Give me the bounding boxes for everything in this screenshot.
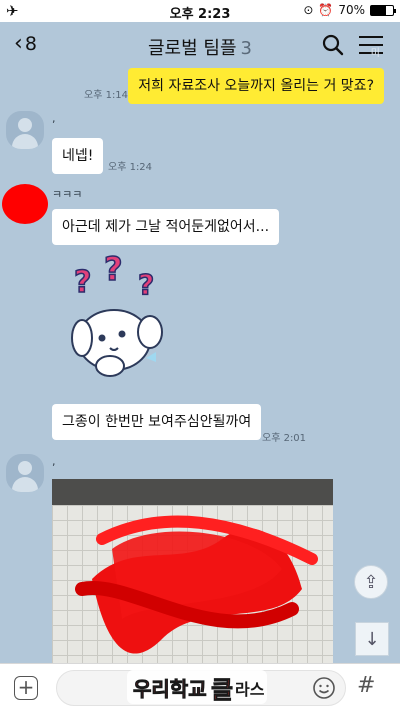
sender-name: ㅋㅋㅋ xyxy=(52,188,83,201)
message-time: 오후 1:14 xyxy=(84,90,129,101)
redaction-scribble xyxy=(75,515,318,654)
svg-text:우리학교: 우리학교 xyxy=(133,677,207,701)
my-message-bubble[interactable]: 저희 자료조사 오늘까지 올리는 거 맞죠? xyxy=(128,68,384,104)
member-count: 3 xyxy=(240,38,252,59)
sender-name: , xyxy=(52,455,56,468)
svg-text:클: 클 xyxy=(211,676,233,704)
emoji-icon[interactable] xyxy=(312,676,336,700)
photo-message[interactable] xyxy=(52,479,333,663)
avatar[interactable] xyxy=(6,111,44,149)
svg-text:?: ? xyxy=(138,268,154,301)
avatar[interactable] xyxy=(6,454,44,492)
watermark-logo: 우리학교 클 라스 xyxy=(127,670,267,704)
orientation-lock-icon: ⊙ xyxy=(303,3,314,17)
plus-icon[interactable]: + xyxy=(14,676,38,700)
message-bubble[interactable]: 그종이 한번만 보여주심안될까여 xyxy=(52,404,262,440)
chat-room-name: 글로벌 팀플 xyxy=(148,38,237,59)
battery-percent: 70% xyxy=(338,3,365,17)
svg-text:라스: 라스 xyxy=(235,680,265,699)
battery-icon xyxy=(370,4,396,16)
status-right: ⊙ ⏰ 70% xyxy=(303,3,396,17)
alarm-icon: ⏰ xyxy=(318,3,334,17)
message-time: 오후 2:01 xyxy=(262,433,307,444)
confused-puppy-sticker[interactable]: ? ? ? xyxy=(66,254,170,386)
status-bar: ✈ 오후 2:23 ⊙ ⏰ 70% xyxy=(0,0,400,22)
search-icon[interactable] xyxy=(322,34,344,56)
message-bubble[interactable]: 네넵! xyxy=(52,138,104,174)
sender-name: , xyxy=(52,112,56,125)
corner-badge: 미 xyxy=(370,48,380,59)
svg-text:?: ? xyxy=(104,254,123,288)
chat-area[interactable]: 저희 자료조사 오늘까지 올리는 거 맞죠? 오후 1:14 , 네넵! 오후 … xyxy=(0,68,400,663)
svg-text:?: ? xyxy=(74,265,91,300)
hash-icon[interactable]: # xyxy=(357,673,375,698)
chat-header: ‹ 8 글로벌 팀플 3 미 xyxy=(0,22,400,68)
arrow-down-icon[interactable]: ↓ xyxy=(355,622,389,656)
message-time: 오후 1:24 xyxy=(108,162,153,173)
share-icon[interactable]: ⇪ xyxy=(354,565,388,599)
avatar-redacted[interactable] xyxy=(2,184,48,224)
message-bubble[interactable]: 아근데 제가 그날 적어둔게없어서... xyxy=(52,209,280,245)
